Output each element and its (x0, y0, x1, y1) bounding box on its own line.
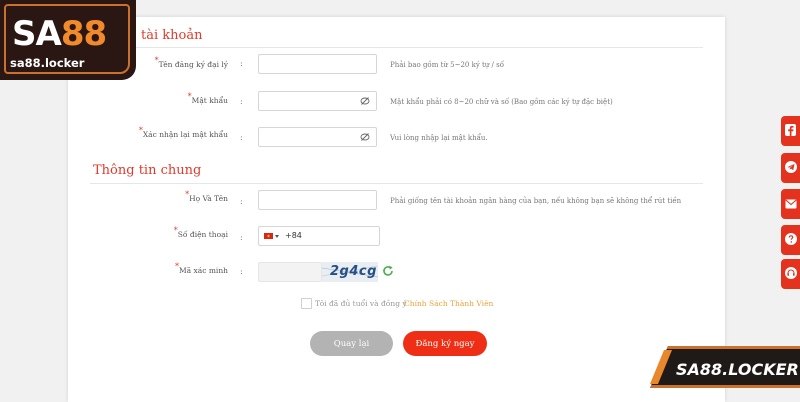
vietnam-flag-icon[interactable] (264, 233, 273, 239)
back-button[interactable]: Quay lại (310, 331, 393, 356)
captcha-image: 2g4cg (322, 262, 378, 282)
full-name-input[interactable] (258, 190, 377, 210)
register-button[interactable]: Đăng ký ngay (403, 331, 487, 356)
agreement-text: Tôi đã đủ tuổi và đồng ý (315, 299, 407, 308)
full-name-hint: Phải giống tên tài khoản ngân hàng của b… (390, 197, 682, 205)
eye-off-icon[interactable] (360, 132, 370, 142)
confirm-password-hint: Vui lòng nhập lại mật khẩu. (390, 134, 488, 142)
registration-form-card: tài khoản *Tên đăng ký đại lý : Phải bao… (68, 17, 725, 402)
chevron-down-icon[interactable] (275, 235, 279, 238)
help-icon (785, 233, 797, 245)
phone-input[interactable]: +84 (258, 226, 380, 246)
password-input[interactable] (258, 91, 377, 111)
telegram-tab[interactable] (781, 153, 800, 183)
full-name-label: *Họ Và Tên (185, 190, 228, 203)
logo-domain: sa88.locker (10, 56, 85, 70)
banner-text: SA88.LOCKER (676, 360, 799, 379)
confirm-password-input[interactable] (258, 127, 377, 147)
general-section-title: Thông tin chung (93, 163, 202, 178)
help-tab[interactable] (781, 225, 800, 255)
refresh-icon[interactable] (382, 265, 394, 277)
phone-label: *Số điện thoại (173, 226, 228, 239)
captcha-label: *Mã xác minh (175, 262, 228, 275)
captcha-input[interactable] (258, 262, 322, 282)
support-tab[interactable] (781, 259, 800, 289)
agent-username-input[interactable] (258, 54, 377, 74)
confirm-password-label: *Xác nhận lại mật khẩu (138, 126, 228, 139)
sa88-logo: SA88 sa88.locker (0, 0, 136, 80)
sa88-locker-banner: SA88.LOCKER (650, 346, 800, 388)
facebook-icon (785, 124, 796, 136)
mail-tab[interactable] (781, 189, 800, 219)
phone-country-code: +84 (285, 231, 302, 240)
facebook-tab[interactable] (781, 116, 800, 146)
agent-username-hint: Phải bao gồm từ 5~20 ký tự / số (390, 61, 504, 69)
telegram-icon (785, 161, 797, 173)
general-section-divider (90, 183, 703, 184)
account-section-divider (90, 47, 703, 48)
password-label: *Mật khẩu (187, 92, 228, 105)
agreement-checkbox[interactable] (301, 298, 312, 309)
member-policy-link[interactable]: Chính Sách Thành Viên (404, 299, 493, 308)
headset-icon (785, 267, 797, 279)
account-section-title: tài khoản (141, 28, 203, 43)
mail-icon (785, 199, 797, 209)
captcha-code: 2g4cg (330, 264, 377, 279)
password-hint: Mật khẩu phải có 8~20 chữ và số (Bao gồm… (390, 98, 613, 106)
eye-off-icon[interactable] (360, 96, 370, 106)
